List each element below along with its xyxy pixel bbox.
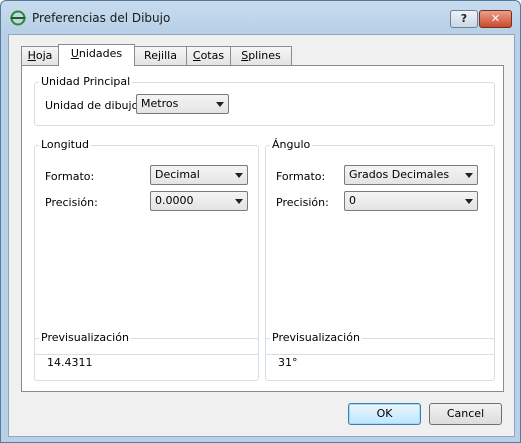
preview-angulo-value: 31° (278, 356, 298, 369)
angulo-formato-label: Formato: (276, 170, 326, 183)
angulo-precision-select[interactable]: 0 (344, 191, 478, 211)
group-unidad-principal: Unidad Principal Unidad de dibujo: Metro… (34, 75, 495, 126)
group-label-angulo: Ángulo (270, 138, 313, 151)
group-preview-angulo: Previsualización 31° (265, 331, 495, 381)
angulo-formato-select[interactable]: Grados Decimales (344, 165, 478, 185)
group-preview-longitud: Previsualización 14.4311 (34, 331, 259, 381)
longitud-precision-select[interactable]: 0.0000 (150, 191, 248, 211)
dialog-window: Preferencias del Dibujo ? ✕ Hoja Unidade… (0, 0, 521, 443)
chevron-down-icon (216, 102, 224, 107)
group-label-preview-angulo: Previsualización (270, 331, 362, 344)
longitud-precision-label: Precisión: (45, 196, 98, 209)
group-angulo: Ángulo Formato: Grados Decimales Precisi… (265, 138, 495, 355)
close-button[interactable]: ✕ (479, 10, 512, 28)
angulo-precision-label: Precisión: (276, 196, 329, 209)
longitud-formato-select[interactable]: Decimal (150, 165, 248, 185)
tab-unidades[interactable]: Unidades (58, 44, 135, 66)
tab-rejilla[interactable]: Rejilla (134, 46, 187, 65)
dialog-client: Hoja Unidades Rejilla Cotas Splines Unid… (8, 34, 515, 437)
group-longitud: Longitud Formato: Decimal Precisión: 0.0… (34, 138, 259, 355)
window-title: Preferencias del Dibujo (32, 11, 171, 25)
longitud-formato-label: Formato: (45, 170, 95, 183)
unidad-dibujo-select[interactable]: Metros (136, 94, 229, 114)
cancel-button[interactable]: Cancel (429, 403, 502, 425)
chevron-down-icon (465, 199, 473, 204)
preview-longitud-value: 14.4311 (47, 356, 93, 369)
tab-cotas[interactable]: Cotas (186, 46, 231, 65)
chevron-down-icon (235, 173, 243, 178)
help-button[interactable]: ? (450, 10, 478, 28)
tab-hoja[interactable]: Hoja (21, 46, 59, 65)
ok-button[interactable]: OK (348, 403, 421, 425)
group-label-longitud: Longitud (39, 138, 91, 151)
title-bar[interactable]: Preferencias del Dibujo ? ✕ (1, 1, 520, 35)
app-logo-icon (10, 10, 26, 26)
tab-splines[interactable]: Splines (230, 46, 292, 65)
chevron-down-icon (235, 199, 243, 204)
unidad-dibujo-label: Unidad de dibujo: (45, 99, 143, 112)
chevron-down-icon (465, 173, 473, 178)
group-label-preview-longitud: Previsualización (39, 331, 131, 344)
group-label-unidad-principal: Unidad Principal (39, 75, 133, 88)
tab-panel-unidades: Unidad Principal Unidad de dibujo: Metro… (21, 65, 504, 392)
